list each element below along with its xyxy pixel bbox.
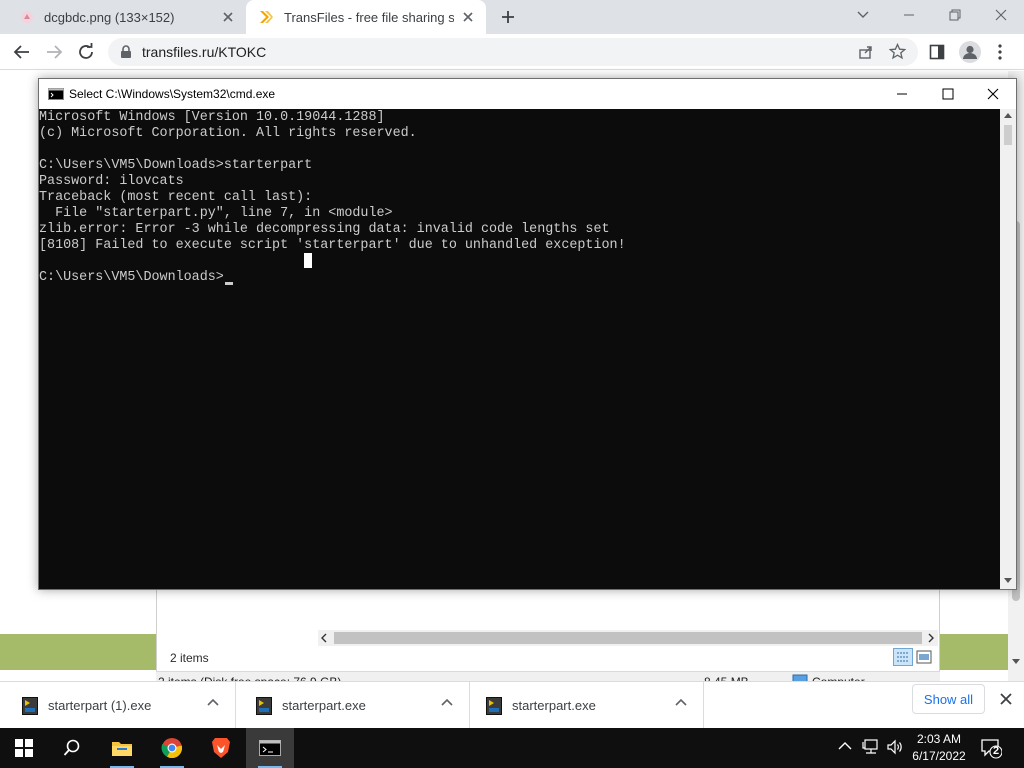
download-filename: starterpart (1).exe <box>48 698 152 713</box>
cmd-close-icon[interactable] <box>986 87 1000 101</box>
tab-title: TransFiles - free file sharing servi <box>284 9 454 25</box>
download-item[interactable]: starterpart (1).exe <box>0 682 236 729</box>
browser-tab-strip: dcgbdc.png (133×152) TransFiles - free f… <box>0 0 1024 34</box>
download-options-chevron-up-icon[interactable] <box>675 698 687 706</box>
close-tab-icon[interactable] <box>220 9 236 25</box>
clock-time: 2:03 AM <box>916 732 962 746</box>
thumbnail-view-icon[interactable] <box>916 650 932 664</box>
transfiles-favicon-icon <box>258 9 274 25</box>
tab-transfiles[interactable]: TransFiles - free file sharing servi <box>246 0 486 34</box>
close-downloads-bar-icon[interactable] <box>999 692 1013 706</box>
cmd-app-icon <box>48 88 64 100</box>
notification-count: 2 <box>993 745 1000 757</box>
bookmark-star-icon[interactable] <box>889 43 906 60</box>
cmd-console-output[interactable]: Microsoft Windows [Version 10.0.19044.12… <box>39 109 1000 589</box>
back-arrow-icon[interactable] <box>12 42 32 62</box>
clock-date: 6/17/2022 <box>912 749 966 763</box>
windows-taskbar: 2 <box>0 728 1024 768</box>
console-line: File "starterpart.py", line 7, in <modul… <box>39 206 393 221</box>
reload-icon[interactable] <box>76 42 96 62</box>
cmd-vertical-scrollbar[interactable] <box>1000 109 1016 589</box>
tab-title: dcgbdc.png (133×152) <box>44 9 175 25</box>
profile-avatar-icon[interactable] <box>959 41 981 63</box>
search-icon[interactable] <box>48 728 96 768</box>
cmd-maximize-icon[interactable] <box>941 87 955 101</box>
cmd-window[interactable]: Select C:\Windows\System32\cmd.exe Micro… <box>38 78 1017 590</box>
new-tab-icon[interactable] <box>500 9 516 25</box>
tab-search-chevron-down-icon[interactable] <box>848 0 878 30</box>
cmd-window-title: Select C:\Windows\System32\cmd.exe <box>69 87 276 101</box>
download-options-chevron-up-icon[interactable] <box>441 698 453 706</box>
explorer-item-count: 2 items <box>170 651 209 665</box>
minimize-icon[interactable] <box>886 0 932 30</box>
cmd-taskbar-icon[interactable] <box>246 728 294 768</box>
network-icon[interactable] <box>862 738 880 756</box>
show-all-downloads-button[interactable]: Show all <box>912 684 985 714</box>
console-line: Microsoft Windows [Version 10.0.19044.12… <box>39 110 385 125</box>
console-line: zlib.error: Error -3 while decompressing… <box>39 222 610 237</box>
url-text[interactable]: transfiles.ru/KTOKC <box>142 44 266 60</box>
explorer-scroll-thumb[interactable] <box>334 632 922 644</box>
taskbar-clock[interactable]: 2:03 AM 6/17/2022 <box>902 731 976 765</box>
image-favicon-icon <box>20 10 34 24</box>
download-filename: starterpart.exe <box>512 698 596 713</box>
side-panel-icon[interactable] <box>929 44 945 60</box>
restore-icon[interactable] <box>932 0 978 30</box>
cmd-title-bar[interactable]: Select C:\Windows\System32\cmd.exe <box>39 79 1016 109</box>
tab-image[interactable]: dcgbdc.png (133×152) <box>8 0 246 34</box>
console-line: Password: ilovcats <box>39 174 184 189</box>
download-options-chevron-up-icon[interactable] <box>207 698 219 706</box>
console-caret <box>225 282 233 285</box>
file-explorer-taskbar-icon[interactable] <box>98 728 146 768</box>
console-line: [8108] Failed to execute script 'starter… <box>39 238 626 253</box>
download-item[interactable]: starterpart.exe <box>236 682 470 729</box>
chrome-taskbar-icon[interactable] <box>148 728 196 768</box>
exe-file-icon <box>486 696 502 715</box>
brave-taskbar-icon[interactable] <box>197 728 245 768</box>
console-prompt-line: C:\Users\VM5\Downloads> <box>39 270 224 285</box>
downloads-bar: starterpart (1).exe starterpart.exe star… <box>0 681 1024 729</box>
cmd-minimize-icon[interactable] <box>895 87 909 101</box>
download-item[interactable]: starterpart.exe <box>470 682 704 729</box>
exe-file-icon <box>22 696 38 715</box>
console-line: Traceback (most recent call last): <box>39 190 313 205</box>
forward-arrow-icon[interactable] <box>44 42 64 62</box>
console-line: C:\Users\VM5\Downloads>starterpart <box>39 158 313 173</box>
scroll-left-icon[interactable] <box>320 632 328 644</box>
close-window-icon[interactable] <box>978 0 1024 30</box>
show-hidden-icons-chevron-up-icon[interactable] <box>838 741 852 751</box>
start-windows-icon[interactable] <box>0 728 48 768</box>
close-tab-icon[interactable] <box>460 9 476 25</box>
share-icon[interactable] <box>858 44 874 60</box>
menu-kebab-icon[interactable] <box>997 44 1003 60</box>
exe-file-icon <box>256 696 272 715</box>
mouse-text-cursor <box>304 253 312 268</box>
scroll-right-icon[interactable] <box>927 632 935 644</box>
console-line: (c) Microsoft Corporation. All rights re… <box>39 126 417 141</box>
lock-icon[interactable] <box>120 45 132 59</box>
details-view-icon[interactable] <box>893 648 913 666</box>
download-filename: starterpart.exe <box>282 698 366 713</box>
